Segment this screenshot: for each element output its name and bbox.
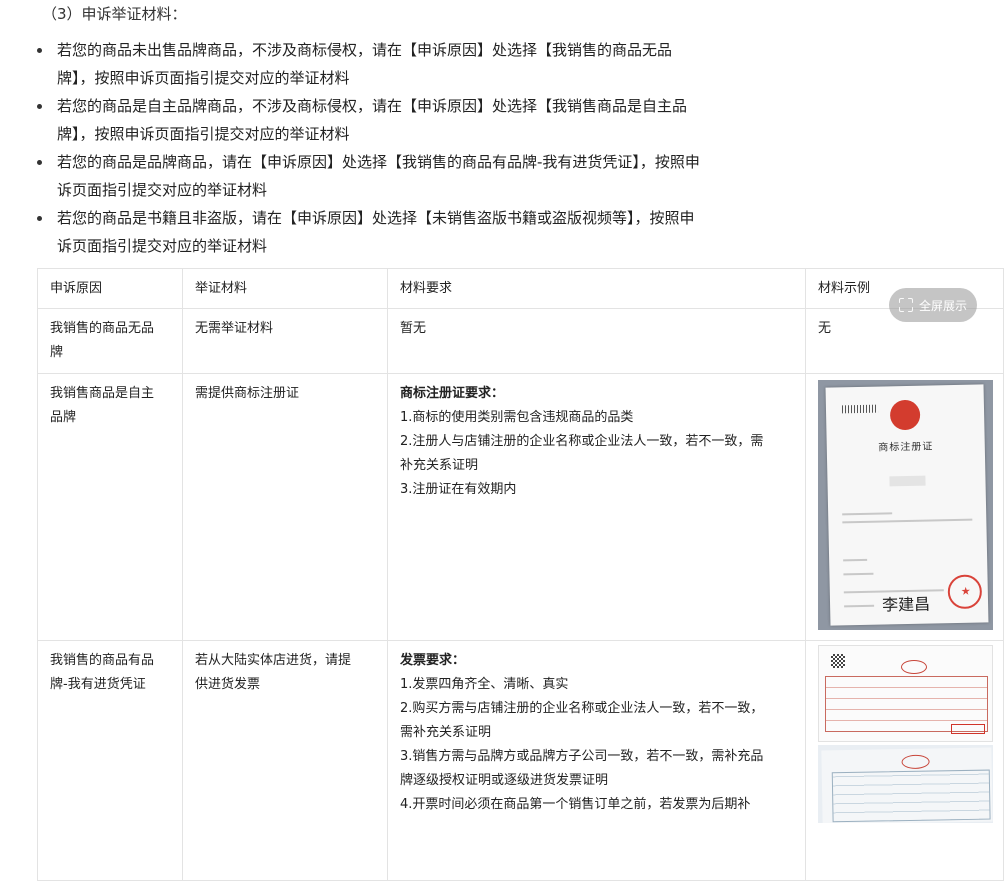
invoice-seal-icon	[901, 660, 927, 674]
red-seal-icon: ★	[947, 574, 983, 610]
barcode-icon	[841, 404, 879, 414]
fullscreen-icon	[898, 298, 913, 312]
requirements-title: 发票要求：	[400, 653, 466, 668]
cell-requirements: 商标注册证要求： 1.商标的使用类别需包含违规商品的品类 2.注册人与店铺注册的…	[387, 373, 806, 641]
cell-reason: 我销售商品是自主 品牌	[37, 373, 183, 641]
invoice-seal-icon	[901, 754, 930, 770]
cell-reason: 我销售的商品无品牌	[37, 308, 183, 374]
bullet-item: 若您的商品是品牌商品，请在【申诉原因】处选择【我销售的商品有品牌-我有进货凭证】…	[36, 148, 776, 204]
bullet-dot-icon	[37, 160, 42, 165]
bullet-dot-icon	[37, 104, 42, 109]
bullet-dot-icon	[37, 48, 42, 53]
invoice-photo-image	[818, 745, 993, 823]
cell-requirements: 暂无	[387, 308, 806, 374]
bullet-dot-icon	[37, 216, 42, 221]
cell-evidence: 需提供商标注册证	[182, 373, 388, 641]
header-requirements: 材料要求	[387, 268, 806, 309]
header-evidence: 举证材料	[182, 268, 388, 309]
table-row: 我销售的商品无品牌 无需举证材料 暂无 无	[37, 308, 1004, 374]
section-title: （3）申诉举证材料：	[42, 5, 187, 23]
requirements-title: 商标注册证要求：	[400, 386, 505, 401]
qr-code-icon	[831, 654, 845, 668]
trademark-certificate-image: 商标注册证 ★ 李建昌	[818, 380, 993, 630]
fullscreen-button[interactable]: 全屏展示	[889, 288, 977, 322]
invoice-image	[818, 645, 993, 742]
national-emblem-icon	[889, 399, 921, 431]
cell-evidence: 无需举证材料	[182, 308, 388, 374]
bullet-item: 若您的商品未出售品牌商品，不涉及商标侵权，请在【申诉原因】处选择【我销售的商品无…	[36, 36, 776, 92]
table-header-row: 申诉原因 举证材料 材料要求 材料示例	[37, 268, 1004, 309]
cell-evidence: 若从大陆实体店进货，请提 供进货发票	[182, 640, 388, 881]
header-reason: 申诉原因	[37, 268, 183, 309]
bullet-list: 若您的商品未出售品牌商品，不涉及商标侵权，请在【申诉原因】处选择【我销售的商品无…	[36, 36, 776, 260]
bullet-item: 若您的商品是书籍且非盗版，请在【申诉原因】处选择【未销售盗版书籍或盗版视频等】，…	[36, 204, 776, 260]
bullet-item: 若您的商品是自主品牌商品，不涉及商标侵权，请在【申诉原因】处选择【我销售商品是自…	[36, 92, 776, 148]
cell-requirements: 发票要求： 1.发票四角齐全、清晰、真实 2.购买方需与店铺注册的企业名称或企业…	[387, 640, 806, 881]
cell-reason: 我销售的商品有品 牌-我有进货凭证	[37, 640, 183, 881]
